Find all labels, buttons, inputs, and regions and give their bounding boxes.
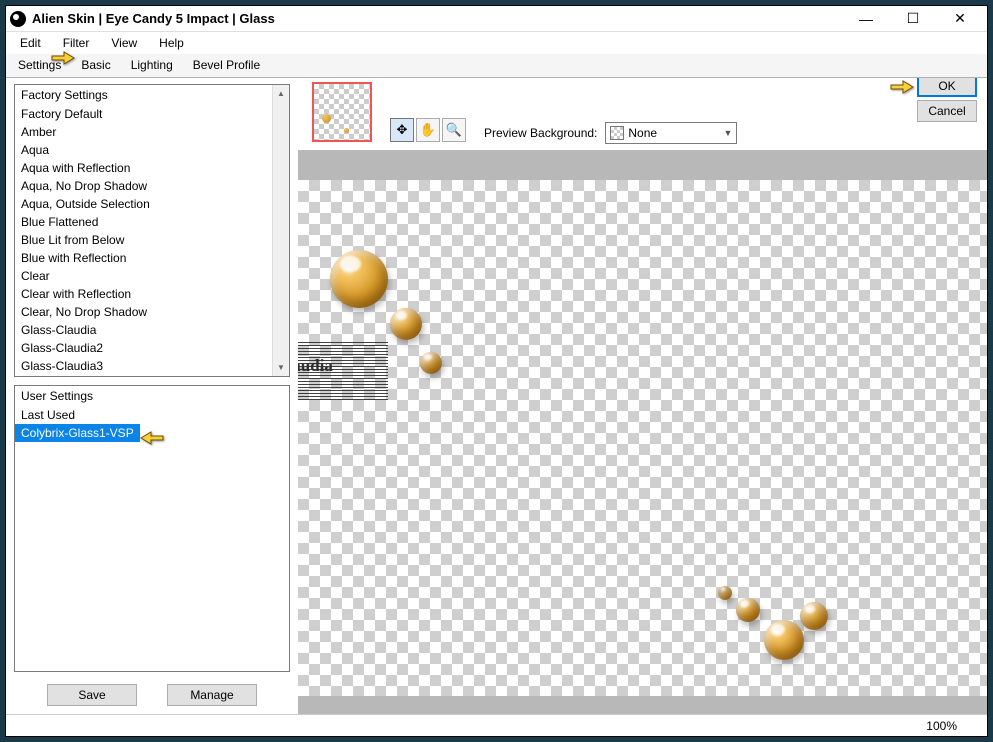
list-item[interactable]: Clear with Reflection [15, 285, 272, 303]
combo-value: None [628, 126, 657, 140]
left-panel: Factory Settings Factory DefaultAmberAqu… [6, 78, 298, 714]
menu-edit[interactable]: Edit [10, 34, 51, 52]
cancel-button[interactable]: Cancel [917, 100, 977, 122]
glass-sphere [390, 308, 422, 340]
scrollbar[interactable]: ▲ ▼ [272, 85, 289, 376]
glass-sphere [736, 598, 760, 622]
list-item[interactable]: Colybrix-Glass1-VSP [15, 424, 140, 442]
menu-filter[interactable]: Filter [53, 34, 100, 52]
statusbar: 100% [6, 714, 987, 736]
glass-sphere [420, 352, 442, 374]
list-item[interactable]: Aqua [15, 141, 272, 159]
preview-background-label: Preview Background: [484, 126, 597, 140]
list-item[interactable]: Aqua with Reflection [15, 159, 272, 177]
dialog-buttons: OK Cancel [917, 78, 977, 122]
move-tool-icon[interactable]: ✥ [390, 118, 414, 142]
menubar: Edit Filter View Help [6, 32, 987, 54]
tabbar: Settings Basic Lighting Bevel Profile [6, 54, 987, 78]
list-item[interactable]: Amber [15, 123, 272, 141]
list-item[interactable]: Blue with Reflection [15, 249, 272, 267]
preview-background-row: Preview Background: None ▼ [484, 122, 737, 144]
preview-canvas[interactable]: claudia [298, 180, 987, 696]
window-title: Alien Skin | Eye Candy 5 Impact | Glass [32, 11, 843, 26]
user-header: User Settings [15, 386, 289, 406]
transparency-swatch-icon [610, 126, 624, 140]
list-item[interactable]: Clear, No Drop Shadow [15, 303, 272, 321]
glass-sphere [800, 602, 828, 630]
list-item[interactable]: Last Used [15, 406, 289, 424]
scroll-down-icon[interactable]: ▼ [273, 359, 289, 376]
titlebar: Alien Skin | Eye Candy 5 Impact | Glass … [6, 6, 987, 32]
list-item[interactable]: Aqua, Outside Selection [15, 195, 272, 213]
save-button[interactable]: Save [47, 684, 137, 706]
glass-sphere [330, 250, 388, 308]
factory-header: Factory Settings [15, 85, 272, 105]
zoom-level: 100% [926, 719, 957, 733]
list-item[interactable]: Clear [15, 267, 272, 285]
ok-button[interactable]: OK [917, 78, 977, 97]
menu-view[interactable]: View [101, 34, 147, 52]
factory-settings-listbox[interactable]: Factory Settings Factory DefaultAmberAqu… [14, 84, 290, 377]
minimize-button[interactable]: — [843, 8, 889, 30]
app-window: Alien Skin | Eye Candy 5 Impact | Glass … [5, 5, 988, 737]
list-item[interactable]: Aqua, No Drop Shadow [15, 177, 272, 195]
list-item[interactable]: Glass-Claudia [15, 321, 272, 339]
tab-bevel-profile[interactable]: Bevel Profile [189, 55, 264, 76]
list-item[interactable]: Factory Default [15, 105, 272, 123]
glass-sphere [718, 586, 732, 600]
glass-sphere [764, 620, 804, 660]
separator-bar [298, 696, 987, 714]
list-item[interactable]: Blue Flattened [15, 213, 272, 231]
list-item[interactable]: Glass-Claudia2 [15, 339, 272, 357]
tab-basic[interactable]: Basic [77, 55, 114, 76]
tab-lighting[interactable]: Lighting [127, 55, 177, 76]
user-settings-listbox[interactable]: User Settings Last UsedColybrix-Glass1-V… [14, 385, 290, 672]
separator-bar [298, 150, 987, 180]
list-item[interactable]: Blue Lit from Below [15, 231, 272, 249]
zoom-tool-icon[interactable]: 🔍 [442, 118, 466, 142]
manage-button[interactable]: Manage [167, 684, 257, 706]
maximize-button[interactable]: ☐ [890, 8, 936, 30]
menu-help[interactable]: Help [149, 34, 194, 52]
app-icon [10, 11, 26, 27]
right-panel: OK Cancel ✥ ✋ 🔍 Preview Background: [298, 78, 987, 714]
scroll-up-icon[interactable]: ▲ [273, 85, 289, 102]
tab-settings[interactable]: Settings [14, 55, 65, 76]
preview-thumbnail[interactable] [312, 82, 372, 142]
hand-tool-icon[interactable]: ✋ [416, 118, 440, 142]
chevron-down-icon: ▼ [723, 128, 732, 138]
watermark: claudia [298, 340, 388, 400]
preview-toolbar: ✥ ✋ 🔍 Preview Background: None ▼ [298, 78, 987, 150]
close-button[interactable]: ✕ [937, 8, 983, 30]
main-body: Factory Settings Factory DefaultAmberAqu… [6, 78, 987, 714]
preview-background-combo[interactable]: None ▼ [605, 122, 737, 144]
preview-tools: ✥ ✋ 🔍 [390, 118, 466, 142]
window-controls: — ☐ ✕ [843, 8, 983, 30]
settings-buttons: Save Manage [14, 684, 290, 706]
list-item[interactable]: Glass-Claudia3 [15, 357, 272, 375]
